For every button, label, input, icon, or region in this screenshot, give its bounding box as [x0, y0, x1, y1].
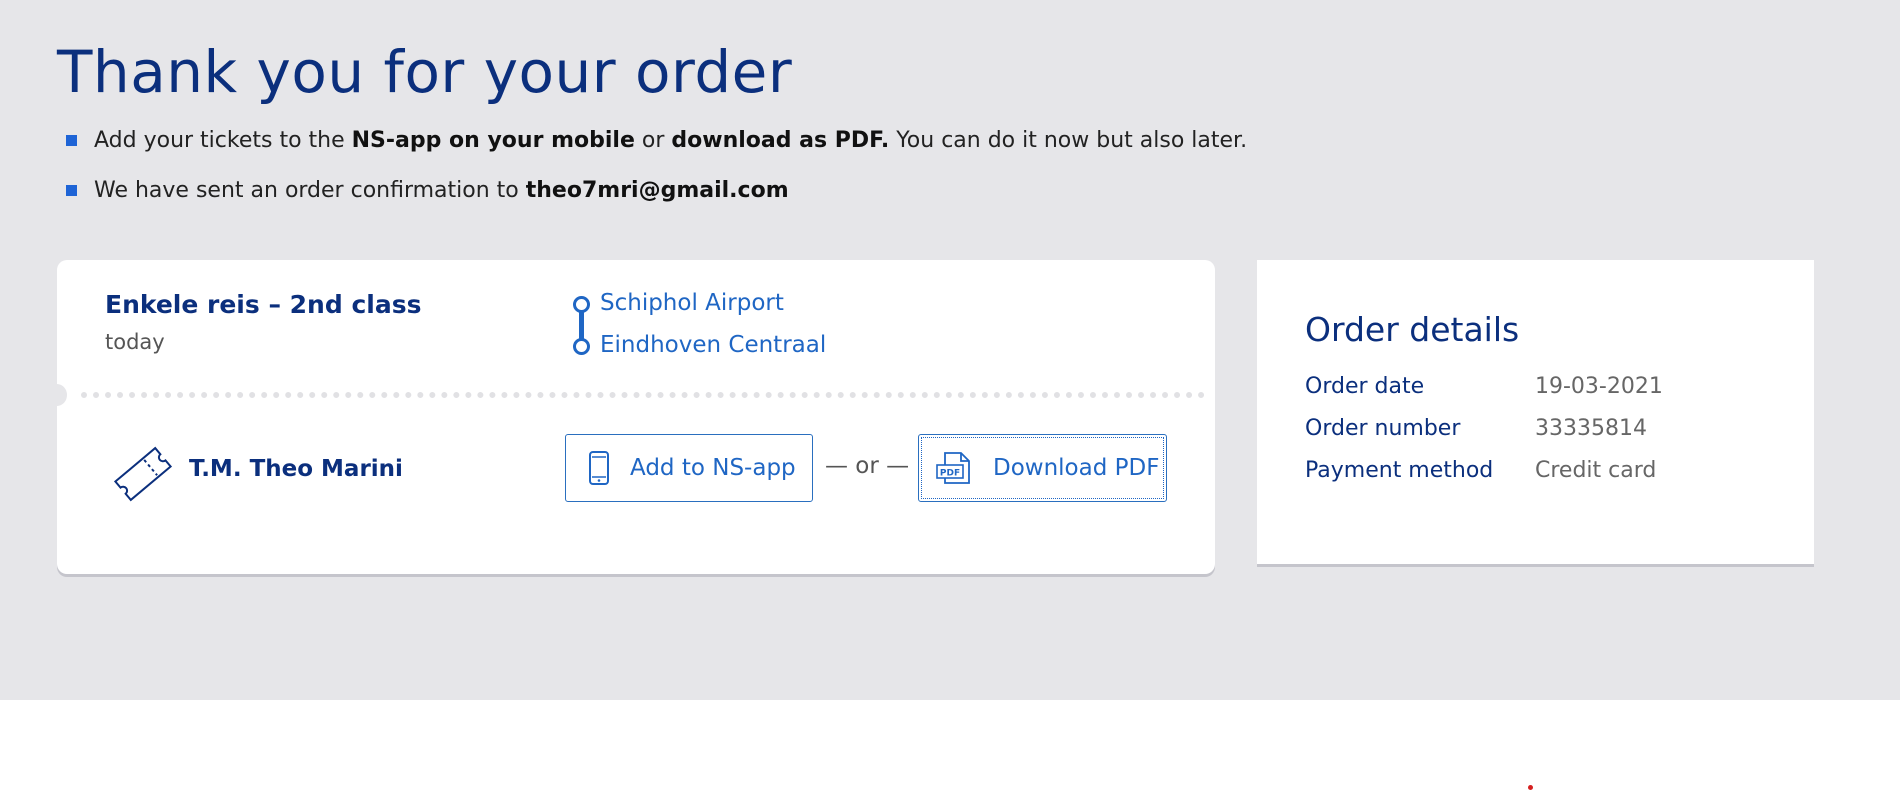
order-details-card: Order details Order date 19-03-2021 Order… — [1257, 260, 1814, 564]
add-to-ns-app-button[interactable]: Add to NS-app — [565, 434, 813, 502]
ticket-card: Enkele reis – 2nd class today Schiphol A… — [47, 260, 1215, 574]
bullet-text: We have sent an order confirmation to th… — [94, 178, 789, 203]
page-title: Thank you for your order — [57, 38, 793, 106]
pdf-icon: PDF — [936, 452, 970, 484]
order-details-title: Order details — [1305, 310, 1520, 349]
download-pdf-label: Download PDF — [993, 455, 1160, 481]
bullet-square-icon — [66, 185, 77, 196]
ticket-icon — [113, 446, 173, 502]
detail-label: Payment method — [1305, 458, 1494, 483]
detail-value: Credit card — [1535, 458, 1657, 483]
info-bullet-confirmation: We have sent an order confirmation to th… — [66, 178, 789, 203]
order-date-row: Order date 19-03-2021 — [1305, 374, 1663, 399]
cursor-dot — [1528, 785, 1533, 790]
route-origin-dot-icon — [573, 296, 590, 313]
bullet-square-icon — [66, 135, 77, 146]
payment-method-row: Payment method Credit card — [1305, 458, 1656, 483]
route-destination-dot-icon — [573, 338, 590, 355]
download-pdf-button[interactable]: PDF Download PDF — [918, 434, 1167, 502]
detail-value: 19-03-2021 — [1535, 374, 1663, 399]
email-address: theo7mri@gmail.com — [525, 178, 789, 203]
passenger-name: T.M. Theo Marini — [189, 456, 403, 482]
detail-label: Order date — [1305, 374, 1425, 399]
order-number-row: Order number 33335814 — [1305, 416, 1647, 441]
detail-value: 33335814 — [1535, 416, 1647, 441]
origin-station: Schiphol Airport — [600, 290, 784, 316]
ticket-notch — [47, 384, 67, 406]
add-to-ns-app-label: Add to NS-app — [630, 455, 796, 481]
or-separator: — or — — [825, 453, 910, 479]
ticket-type: Enkele reis – 2nd class — [105, 290, 422, 319]
confirmation-section: Thank you for your order Add your ticket… — [0, 0, 1900, 700]
phone-icon — [589, 451, 609, 485]
bullet-text: Add your tickets to the NS-app on your m… — [94, 128, 1248, 153]
travel-date: today — [105, 330, 165, 354]
detail-label: Order number — [1305, 416, 1461, 441]
info-bullet-tickets: Add your tickets to the NS-app on your m… — [66, 128, 1247, 153]
destination-station: Eindhoven Centraal — [600, 332, 827, 358]
svg-text:PDF: PDF — [940, 469, 960, 479]
ticket-divider — [81, 392, 1205, 398]
